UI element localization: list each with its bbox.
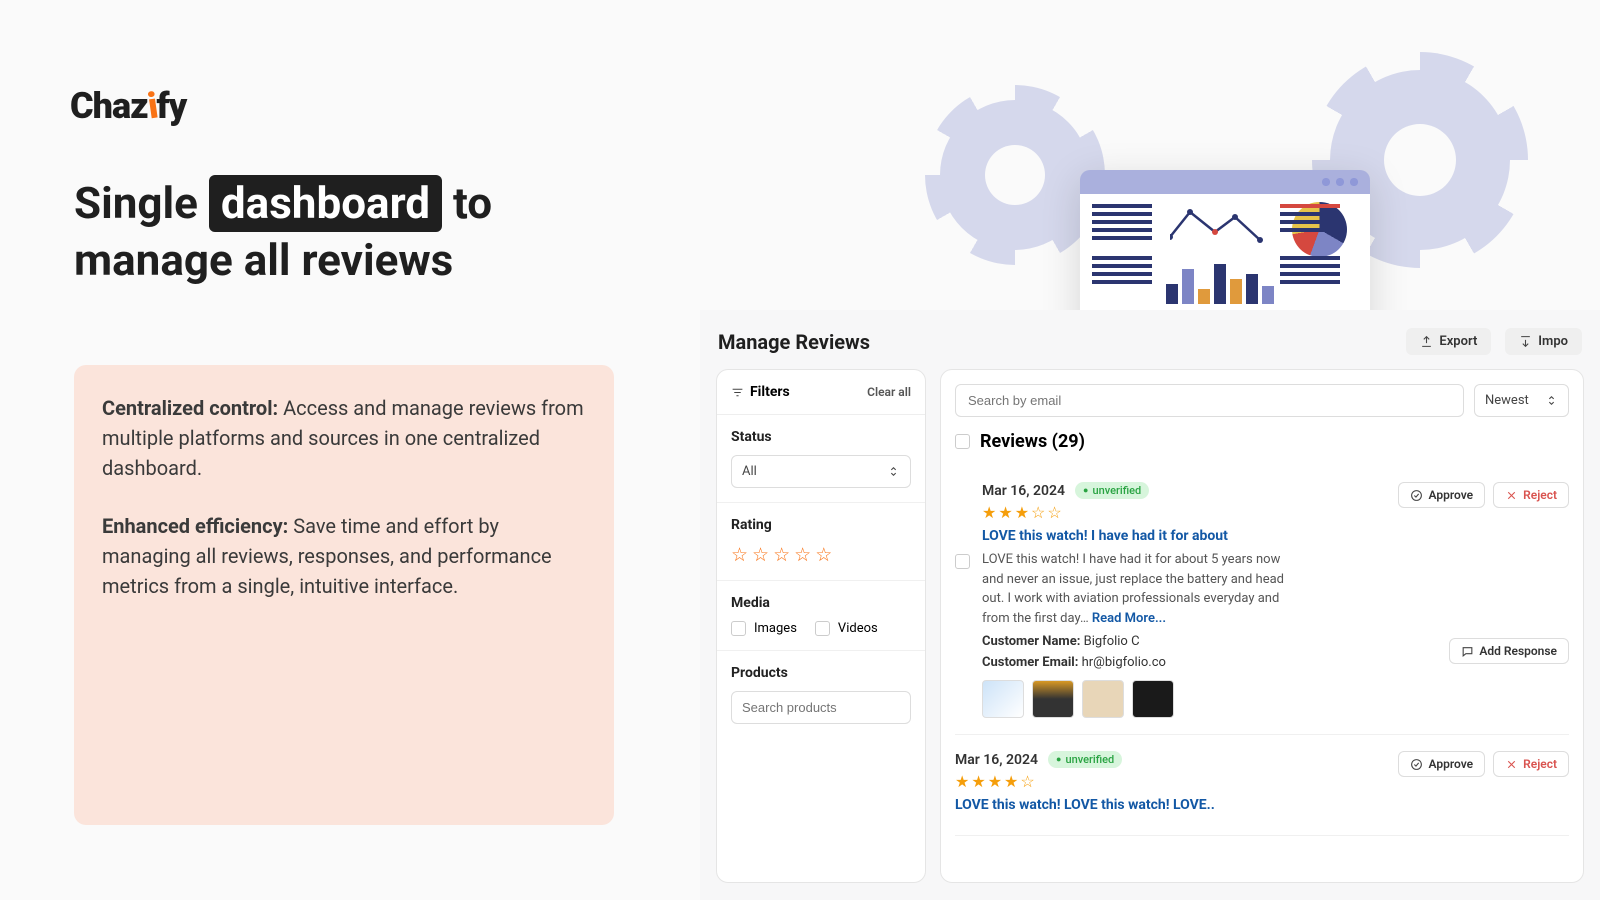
- products-label: Products: [731, 665, 911, 681]
- approve-button[interactable]: Approve: [1398, 751, 1485, 777]
- export-button[interactable]: Export: [1406, 328, 1491, 355]
- rating-stars[interactable]: ☆ ☆ ☆ ☆ ☆: [731, 543, 911, 566]
- star-icon[interactable]: ☆: [815, 543, 832, 566]
- review-row: Mar 16, 2024 unverified ★★★★☆ LOVE this …: [955, 735, 1569, 836]
- status-label: Status: [731, 429, 911, 445]
- logo-text-post: fy: [157, 85, 187, 127]
- rating-label: Rating: [731, 517, 911, 533]
- review-title[interactable]: LOVE this watch! I have had it for about: [982, 528, 1398, 544]
- videos-checkbox-label: Videos: [838, 621, 878, 636]
- review-checkbox[interactable]: [955, 554, 970, 569]
- dashboard-preview: Manage Reviews Export Impo Filters: [700, 310, 1600, 900]
- images-checkbox-label: Images: [754, 621, 797, 636]
- review-date: Mar 16, 2024: [955, 752, 1038, 768]
- add-response-button[interactable]: Add Response: [1449, 638, 1569, 664]
- headline-highlight: dashboard: [209, 175, 442, 232]
- info-card: Centralized control: Access and manage r…: [74, 365, 614, 825]
- check-circle-icon: [1410, 758, 1423, 771]
- thumbnail[interactable]: [1082, 680, 1124, 718]
- read-more-link[interactable]: Read More...: [1092, 611, 1166, 626]
- products-search-input[interactable]: [731, 691, 911, 724]
- select-all-checkbox[interactable]: [955, 434, 970, 449]
- info-item: Centralized control: Access and manage r…: [102, 393, 586, 483]
- chevron-updown-icon: [887, 465, 900, 478]
- filters-title: Filters: [731, 384, 790, 400]
- reviews-count: Reviews (29): [955, 431, 1569, 452]
- star-icon[interactable]: ☆: [731, 543, 748, 566]
- images-checkbox[interactable]: [731, 621, 746, 636]
- chat-icon: [1461, 645, 1474, 658]
- filter-icon: [731, 386, 744, 399]
- status-badge: unverified: [1048, 751, 1122, 768]
- review-customer-name: Customer Name: Bigfolio C: [982, 634, 1398, 649]
- chevron-updown-icon: [1545, 394, 1558, 407]
- review-customer-email: Customer Email: hr@bigfolio.co: [982, 655, 1398, 670]
- review-stars: ★★★☆☆: [982, 503, 1398, 522]
- review-date: Mar 16, 2024: [982, 483, 1065, 499]
- brand-logo: Chazify: [70, 85, 186, 127]
- thumbnail[interactable]: [1132, 680, 1174, 718]
- reject-button[interactable]: Reject: [1493, 751, 1569, 777]
- videos-checkbox[interactable]: [815, 621, 830, 636]
- clear-all-button[interactable]: Clear all: [867, 385, 911, 399]
- page-title: Manage Reviews: [718, 330, 870, 354]
- thumbnail[interactable]: [982, 680, 1024, 718]
- star-icon[interactable]: ☆: [773, 543, 790, 566]
- check-circle-icon: [1410, 489, 1423, 502]
- reviews-panel: Newest Reviews (29) Mar: [940, 369, 1584, 883]
- media-label: Media: [731, 595, 911, 611]
- review-title[interactable]: LOVE this watch! LOVE this watch! LOVE..: [955, 797, 1398, 813]
- thumbnail[interactable]: [1032, 680, 1074, 718]
- close-icon: [1505, 758, 1518, 771]
- review-row: Mar 16, 2024 unverified ★★★☆☆ LOVE this …: [955, 466, 1569, 735]
- reject-button[interactable]: Reject: [1493, 482, 1569, 508]
- videos-checkbox-row: Videos: [815, 621, 878, 636]
- status-badge: unverified: [1075, 482, 1149, 499]
- logo-text-pre: Chaz: [70, 85, 148, 127]
- info-item: Enhanced efficiency: Save time and effor…: [102, 511, 586, 601]
- close-icon: [1505, 489, 1518, 502]
- images-checkbox-row: Images: [731, 621, 797, 636]
- headline: Single dashboard to manage all reviews: [74, 175, 492, 289]
- star-icon[interactable]: ☆: [752, 543, 769, 566]
- review-thumbnails: [982, 680, 1398, 718]
- star-icon[interactable]: ☆: [794, 543, 811, 566]
- upload-icon: [1420, 335, 1433, 348]
- filters-panel: Filters Clear all Status All Rating ☆ ☆: [716, 369, 926, 883]
- approve-button[interactable]: Approve: [1398, 482, 1485, 508]
- status-select[interactable]: All: [731, 455, 911, 488]
- search-input[interactable]: [955, 384, 1464, 417]
- gear-icon: [940, 100, 1090, 250]
- download-icon: [1519, 335, 1532, 348]
- import-button[interactable]: Impo: [1505, 328, 1582, 355]
- sort-select[interactable]: Newest: [1474, 384, 1569, 417]
- review-text: LOVE this watch! I have had it for about…: [982, 550, 1292, 628]
- review-stars: ★★★★☆: [955, 772, 1398, 791]
